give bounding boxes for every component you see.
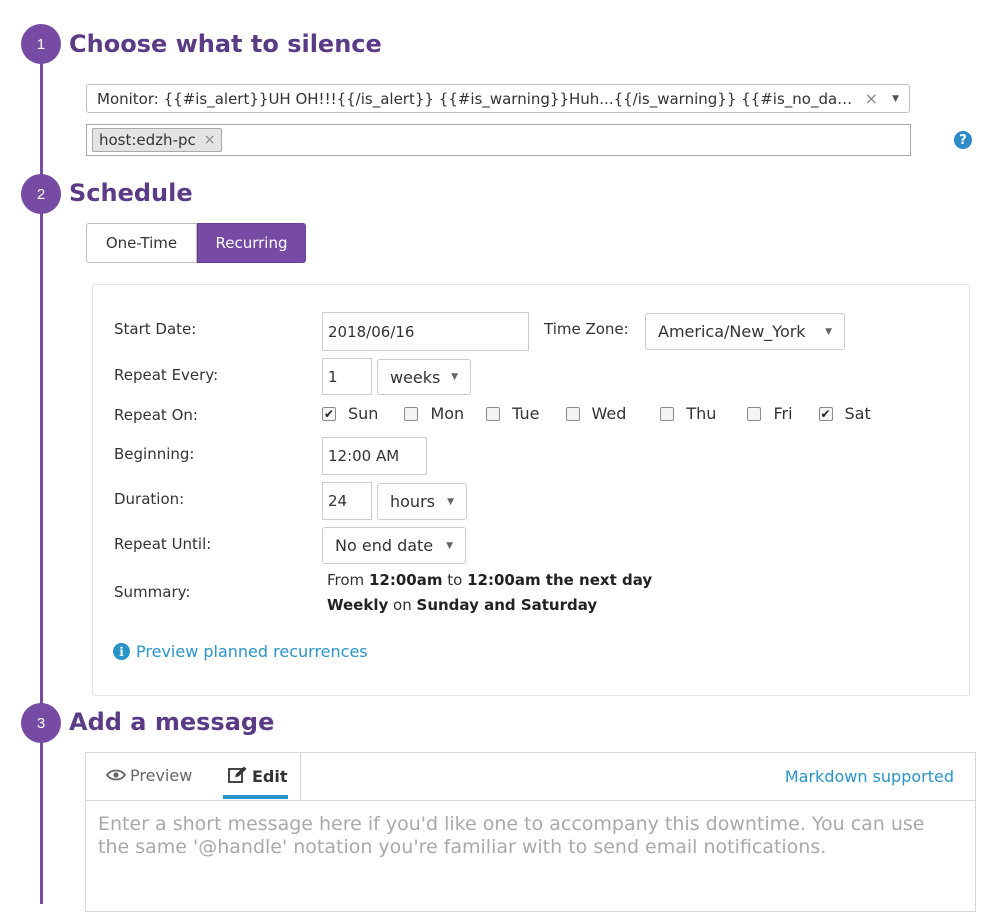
day-sun-label: Sun [348, 404, 379, 423]
step-3-badge: 3 [21, 703, 61, 743]
step-2-title: Schedule [69, 179, 193, 207]
step-1-number: 1 [36, 35, 46, 53]
time-zone-label: Time Zone: [544, 320, 629, 338]
day-tue-checkbox[interactable] [486, 406, 501, 421]
repeat-every-value: 1 [328, 367, 338, 386]
repeat-every-label: Repeat Every: [114, 366, 219, 384]
preview-recurrences-link[interactable]: i Preview planned recurrences [113, 642, 368, 661]
repeat-until-select[interactable]: No end date ▼ [322, 527, 466, 564]
step-1-badge: 1 [21, 24, 61, 64]
start-date-value: 2018/06/16 [328, 322, 415, 341]
day-tue[interactable]: Tue [486, 404, 540, 423]
day-mon-label: Mon [430, 404, 465, 423]
tab-divider [300, 753, 301, 801]
day-sun-checkbox[interactable]: ✔ [322, 406, 336, 421]
day-thu-label: Thu [686, 404, 717, 423]
summary-to: to [447, 571, 463, 589]
summary-on: on [393, 596, 412, 614]
message-tabs: Preview Edit Markdown supported [86, 753, 975, 801]
repeat-unit-select[interactable]: weeks ▼ [377, 359, 471, 395]
info-icon: i [113, 643, 130, 660]
tab-preview-label: Preview [130, 766, 193, 785]
timeline-line [40, 44, 43, 904]
chevron-down-icon: ▼ [451, 372, 458, 382]
message-textarea[interactable]: Enter a short message here if you'd like… [98, 813, 958, 859]
day-sat-label: Sat [844, 404, 871, 423]
day-fri-checkbox[interactable] [747, 406, 762, 421]
summary-days: Sunday and Saturday [416, 596, 598, 614]
repeat-unit-value: weeks [390, 367, 441, 387]
day-wed-checkbox[interactable] [565, 406, 580, 421]
tab-edit[interactable]: Edit [228, 766, 288, 787]
tab-preview[interactable]: Preview [105, 766, 193, 785]
day-mon[interactable]: Mon [404, 404, 464, 423]
step-2-number: 2 [36, 185, 46, 203]
day-wed[interactable]: Wed [565, 404, 627, 423]
message-editor: Preview Edit Markdown supported Enter a … [85, 752, 976, 912]
duration-value: 24 [328, 492, 348, 510]
duration-input[interactable]: 24 [322, 482, 372, 520]
tag-remove-icon[interactable]: × [204, 132, 216, 148]
schedule-type-toggle: One-Time Recurring [86, 223, 306, 263]
step-1-title: Choose what to silence [69, 30, 382, 58]
repeat-until-label: Repeat Until: [114, 535, 212, 553]
summary-start-time: 12:00am [368, 571, 443, 589]
day-sun[interactable]: ✔ Sun [322, 404, 378, 423]
recurring-button[interactable]: Recurring [197, 223, 306, 263]
time-zone-select[interactable]: America/New_York ▼ [645, 313, 845, 350]
scope-tags-input[interactable]: host:edzh-pc × [86, 124, 911, 156]
summary-line-1: From 12:00am to 12:00am the next day [327, 571, 652, 589]
duration-unit-value: hours [390, 492, 435, 511]
monitor-select-value: Monitor: {{#is_alert}}UH OH!!!{{/is_aler… [97, 89, 857, 108]
summary-frequency: Weekly [327, 596, 389, 614]
summary-label: Summary: [114, 583, 191, 601]
summary-from: From [327, 571, 365, 589]
tag-chip: host:edzh-pc × [92, 128, 223, 152]
monitor-select[interactable]: Monitor: {{#is_alert}}UH OH!!!{{/is_aler… [86, 84, 910, 113]
active-tab-indicator [223, 795, 288, 799]
day-mon-checkbox[interactable] [404, 406, 419, 421]
chevron-down-icon: ▼ [446, 540, 453, 551]
preview-recurrences-label: Preview planned recurrences [136, 642, 368, 661]
beginning-time-input[interactable]: 12:00 AM [322, 437, 427, 475]
day-fri-label: Fri [773, 404, 793, 423]
tag-chip-label: host:edzh-pc [99, 131, 196, 149]
day-thu-checkbox[interactable] [660, 406, 675, 421]
tab-edit-label: Edit [252, 767, 288, 786]
repeat-every-input[interactable]: 1 [322, 358, 372, 395]
step-3-title: Add a message [69, 708, 275, 736]
one-time-button[interactable]: One-Time [86, 223, 197, 263]
day-thu[interactable]: Thu [660, 404, 716, 423]
summary-line-2: Weekly on Sunday and Saturday [327, 596, 597, 614]
step-3-number: 3 [36, 714, 46, 732]
beginning-label: Beginning: [114, 445, 195, 463]
repeat-on-days: ✔ Sun Mon Tue Wed Thu Fri ✔ Sat [322, 404, 871, 423]
chevron-down-icon: ▼ [825, 326, 832, 337]
edit-icon [228, 766, 248, 787]
clear-icon[interactable]: × [865, 89, 878, 108]
day-fri[interactable]: Fri [747, 404, 793, 423]
chevron-down-icon[interactable]: ▼ [892, 94, 899, 104]
eye-icon [105, 767, 127, 785]
chevron-down-icon: ▼ [447, 496, 454, 507]
markdown-supported-link[interactable]: Markdown supported [785, 767, 954, 786]
day-sat[interactable]: ✔ Sat [818, 404, 871, 423]
beginning-time-value: 12:00 AM [328, 447, 400, 465]
start-date-input[interactable]: 2018/06/16 [322, 312, 529, 351]
duration-label: Duration: [114, 490, 185, 508]
summary-end-time: 12:00am the next day [467, 571, 653, 589]
start-date-label: Start Date: [114, 320, 197, 338]
duration-unit-select[interactable]: hours ▼ [377, 483, 467, 520]
day-wed-label: Wed [591, 404, 627, 423]
day-tue-label: Tue [512, 404, 540, 423]
step-2-badge: 2 [21, 174, 61, 214]
day-sat-checkbox[interactable]: ✔ [818, 406, 833, 421]
help-icon[interactable]: ? [954, 131, 972, 149]
repeat-on-label: Repeat On: [114, 406, 198, 424]
time-zone-value: America/New_York [658, 322, 806, 341]
repeat-until-value: No end date [335, 536, 434, 555]
